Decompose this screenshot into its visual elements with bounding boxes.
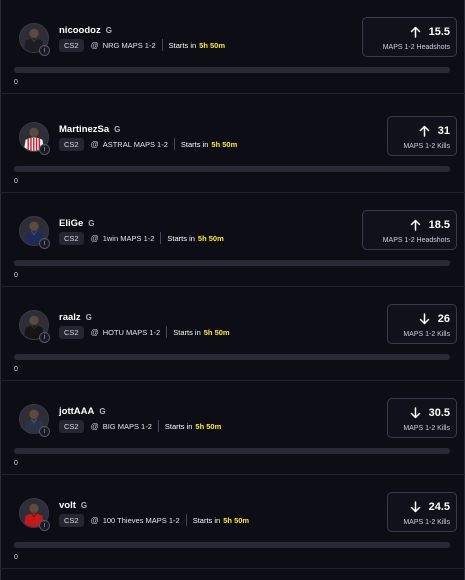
- starts-time: 5h 50m: [203, 327, 230, 337]
- arrow-up-icon: [410, 219, 421, 231]
- game-chip: CS2: [59, 231, 84, 245]
- tier-tag: G: [80, 500, 88, 510]
- projection-button[interactable]: 26 MAPS 1-2 Kills: [387, 304, 457, 344]
- tier-tag: G: [85, 312, 92, 322]
- game-chip: CS2: [59, 325, 84, 339]
- at-icon: @: [90, 515, 99, 525]
- progress-count: 0: [14, 460, 18, 467]
- info-icon[interactable]: i: [39, 332, 50, 343]
- info-icon[interactable]: i: [39, 45, 50, 56]
- arrow-down-icon: [419, 313, 430, 325]
- match-label: HOTU MAPS 1-2: [102, 327, 161, 337]
- progress-bar: [14, 542, 450, 548]
- progress-bar: [14, 67, 450, 73]
- projection-button[interactable]: 30.5 MAPS 1-2 Kills: [387, 398, 457, 438]
- divider: [157, 420, 159, 432]
- pick-card[interactable]: i volt G CS2 @100 Thieves MAPS 1-2 Starts in 5…: [0, 475, 465, 569]
- info-icon[interactable]: i: [39, 520, 50, 531]
- divider: [173, 138, 175, 150]
- player-name[interactable]: nicoodoz: [59, 25, 101, 36]
- projection-button[interactable]: 18.5 MAPS 1-2 Headshots: [362, 210, 457, 250]
- at-icon: @: [90, 40, 99, 50]
- at-icon: @: [90, 421, 99, 431]
- progress-bar: [14, 354, 450, 360]
- tier-tag: G: [105, 25, 112, 35]
- match-label: NRG MAPS 1-2: [102, 40, 156, 50]
- player-name[interactable]: EliGe: [59, 218, 83, 229]
- game-chip: CS2: [59, 38, 84, 52]
- progress-count: 0: [14, 79, 18, 86]
- starts-time: 5h 50m: [223, 515, 250, 525]
- pick-card[interactable]: i jottAAA G CS2 @ BIG MAPS 1-2 Starts in 5h 50m…: [0, 381, 465, 475]
- starts-time: 5h 50m: [199, 40, 226, 50]
- projection-value: 18.5: [428, 219, 450, 231]
- projection-value: 30.5: [428, 407, 450, 419]
- projection-button[interactable]: 15.5 MAPS 1-2 Headshots: [362, 17, 457, 57]
- arrow-up-icon: [419, 125, 430, 137]
- projection-button[interactable]: 24.5 MAPS 1-2 Kills: [387, 492, 457, 532]
- starts-label: Starts in: [173, 327, 201, 337]
- pick-card[interactable]: i EliGe G CS2 @1win MAPS 1-2 Starts in 5h 50m 1…: [0, 193, 465, 287]
- stat-label: MAPS 1-2 Headshots: [382, 237, 450, 244]
- projection-value: 24.5: [428, 501, 450, 513]
- match-label: ASTRAL MAPS 1-2: [102, 139, 168, 149]
- stat-label: MAPS 1-2 Kills: [403, 143, 450, 150]
- progress-count: 0: [14, 554, 18, 561]
- progress-count: 0: [14, 272, 18, 279]
- tier-tag: G: [88, 218, 95, 228]
- game-chip: CS2: [59, 513, 84, 527]
- progress-bar: [14, 448, 450, 454]
- divider: [161, 39, 163, 51]
- projection-value: 15.5: [428, 26, 450, 38]
- pick-card[interactable]: i nicoodoz G CS2 @ NRG MAPS 1-2 Starts in 5h 50…: [0, 0, 465, 94]
- match-label: 100 Thieves MAPS 1-2: [102, 515, 180, 525]
- starts-label: Starts in: [192, 515, 221, 525]
- starts-time: 5h 50m: [197, 233, 224, 243]
- stat-label: MAPS 1-2 Headshots: [382, 44, 450, 51]
- stat-label: MAPS 1-2 Kills: [403, 331, 450, 338]
- starts-time: 5h 50m: [211, 139, 238, 149]
- starts-time: 5h 50m: [195, 421, 222, 431]
- projection-value: 26: [437, 313, 450, 325]
- player-name[interactable]: volt: [59, 500, 76, 511]
- stat-label: MAPS 1-2 Kills: [403, 519, 450, 526]
- starts-label: Starts in: [167, 233, 195, 243]
- match-label: 1win MAPS 1-2: [102, 233, 155, 243]
- player-name[interactable]: MartinezSa: [59, 124, 109, 135]
- pick-card[interactable]: i MartinezSa G CS2 @ ASTRAL MAPS 1-2 Starts in…: [0, 99, 465, 193]
- game-chip: CS2: [59, 137, 84, 151]
- match-label: BIG MAPS 1-2: [102, 421, 152, 431]
- at-icon: @: [90, 233, 99, 243]
- starts-label: Starts in: [164, 421, 193, 431]
- projection-value: 31: [437, 125, 450, 137]
- progress-count: 0: [14, 178, 18, 185]
- pick-card[interactable]: i raalz G CS2 @ HOTU MAPS 1-2 Starts in 5h 50m 2…: [0, 287, 465, 381]
- arrow-down-icon: [410, 501, 421, 513]
- tier-tag: G: [114, 124, 121, 134]
- starts-label: Starts in: [180, 139, 209, 149]
- progress-bar: [14, 260, 450, 266]
- player-name[interactable]: raalz: [59, 312, 81, 323]
- tier-tag: G: [99, 406, 106, 416]
- info-icon[interactable]: i: [39, 426, 50, 437]
- progress-count: 0: [14, 366, 18, 373]
- projection-button[interactable]: 31 MAPS 1-2 Kills: [387, 116, 457, 156]
- player-name[interactable]: jottAAA: [59, 406, 94, 417]
- at-icon: @: [90, 327, 99, 337]
- stat-label: MAPS 1-2 Kills: [403, 425, 450, 432]
- starts-label: Starts in: [168, 40, 197, 50]
- arrow-down-icon: [410, 407, 421, 419]
- divider: [185, 514, 187, 526]
- at-icon: @: [90, 139, 99, 149]
- divider: [166, 326, 168, 338]
- divider: [160, 232, 162, 244]
- info-icon[interactable]: i: [39, 238, 50, 249]
- arrow-up-icon: [410, 26, 421, 38]
- progress-bar: [14, 166, 450, 172]
- game-chip: CS2: [59, 419, 84, 433]
- info-icon[interactable]: i: [39, 144, 50, 155]
